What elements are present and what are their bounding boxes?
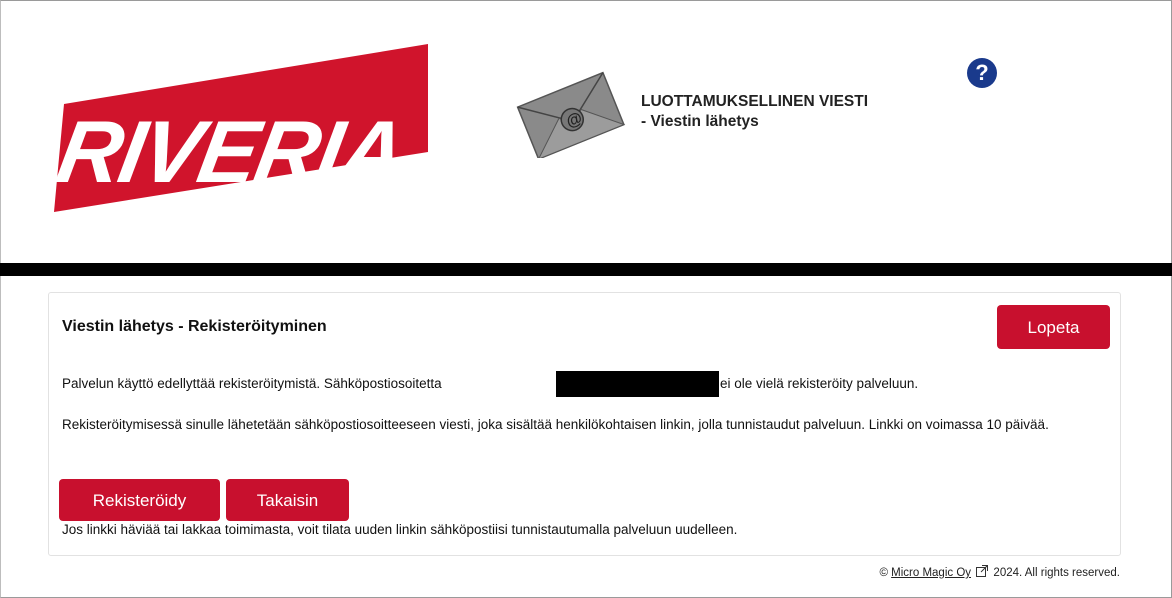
heading-line-2: - Viestin lähetys <box>641 113 759 130</box>
copyright-symbol: © <box>879 567 888 579</box>
envelope-at-icon: @ <box>516 71 626 158</box>
paragraph-not-registered: ei ole vielä rekisteröity palveluun. <box>720 376 919 391</box>
heading-line-1: LUOTTAMUKSELLINEN VIESTI <box>641 93 869 110</box>
paragraph-link-info: Rekisteröitymisessä sinulle lähetetään s… <box>62 417 1049 432</box>
footer: © Micro Magic Oy 2024. All rights reserv… <box>879 565 1120 579</box>
paragraph-lost-link: Jos linkki häviää tai lakkaa toimimasta,… <box>62 522 738 537</box>
registration-card: Viestin lähetys - Rekisteröityminen Lope… <box>48 292 1121 556</box>
riveria-logo: RIVERIA <box>50 44 428 212</box>
copyright-suffix: 2024. All rights reserved. <box>993 567 1120 579</box>
register-button[interactable]: Rekisteröidy <box>59 479 220 521</box>
back-button[interactable]: Takaisin <box>226 479 349 521</box>
external-link-icon <box>976 565 989 577</box>
header-divider <box>0 263 1172 276</box>
question-circle-icon[interactable]: ? <box>967 58 997 88</box>
page-heading: LUOTTAMUKSELLINEN VIESTI - Viestin lähet… <box>641 92 868 132</box>
company-link[interactable]: Micro Magic Oy <box>891 567 971 579</box>
logo-text: RIVERIA <box>50 103 410 201</box>
card-title: Viestin lähetys - Rekisteröityminen <box>62 318 327 335</box>
redacted-email <box>556 371 719 397</box>
logout-button[interactable]: Lopeta <box>997 305 1110 349</box>
paragraph-registration-required: Palvelun käyttö edellyttää rekisteröitym… <box>62 376 442 391</box>
